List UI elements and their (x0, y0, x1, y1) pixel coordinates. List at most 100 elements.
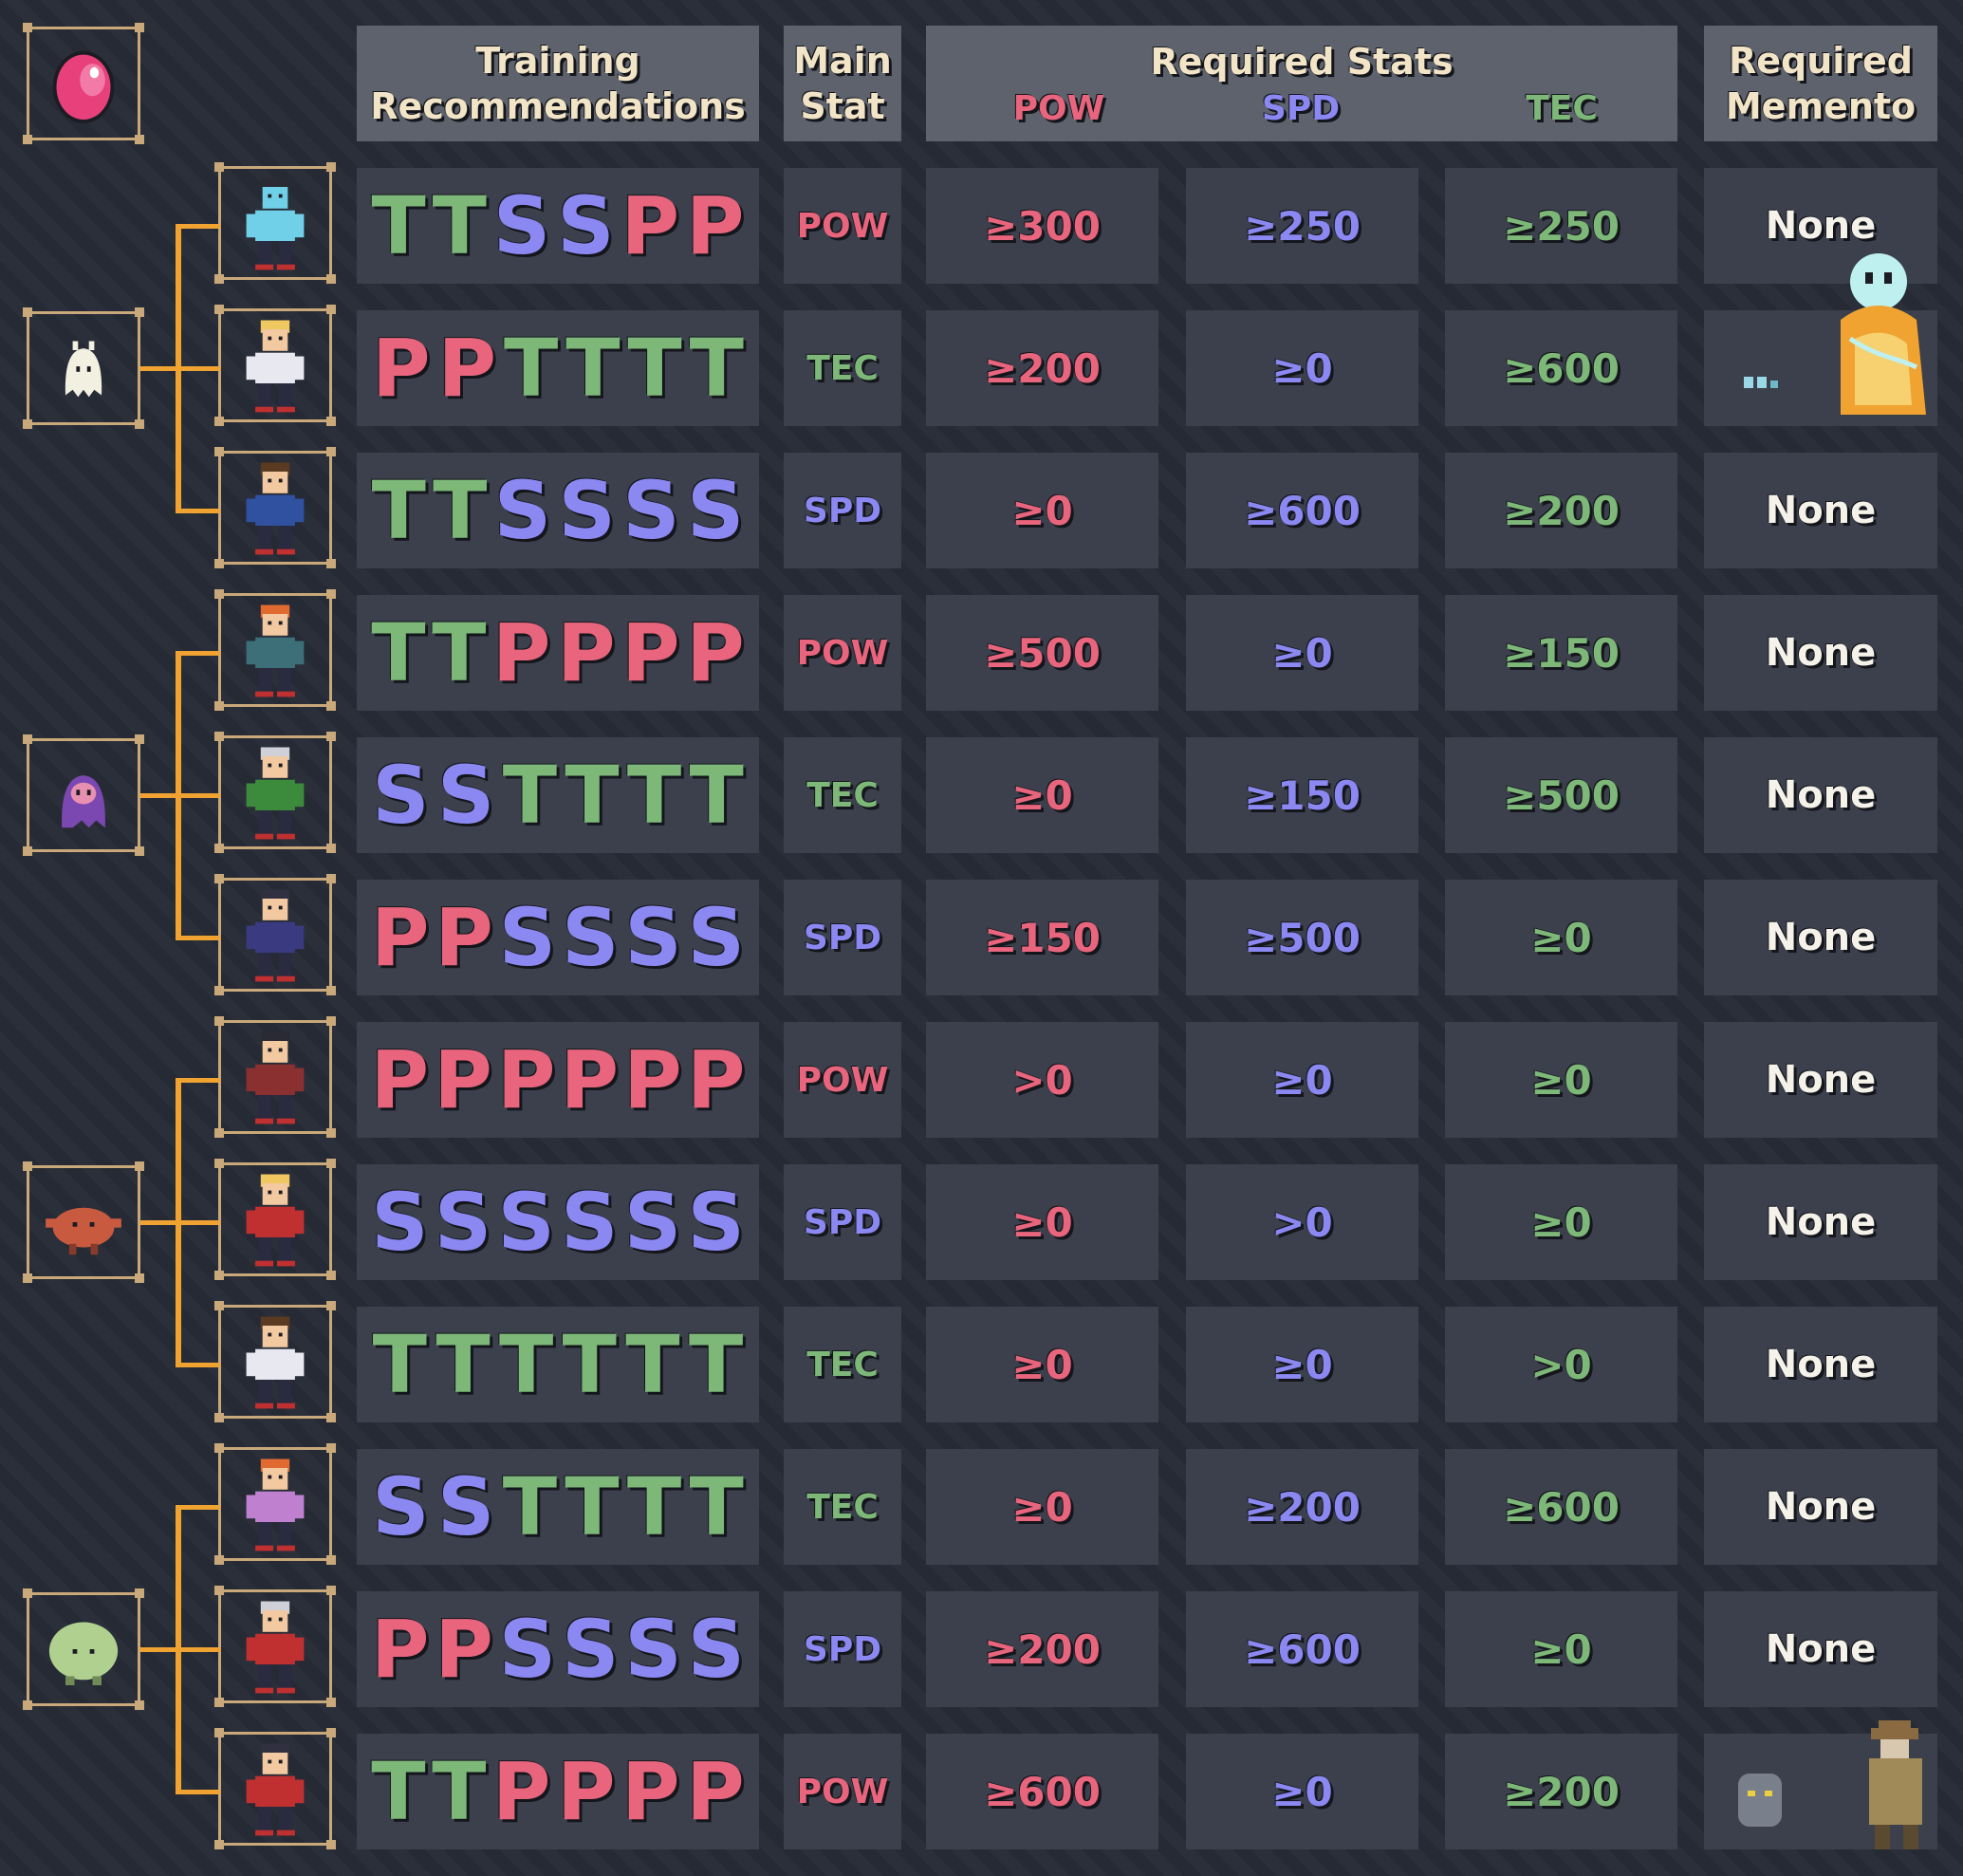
required-pow-cell: ≥300 (926, 168, 1158, 284)
required-pow-value: ≥150 (984, 914, 1101, 961)
main-stat-cell: POW (784, 1734, 901, 1849)
memento-value: None (1765, 916, 1877, 959)
character-sprite (246, 1458, 305, 1551)
required-tec-cell: ≥250 (1445, 168, 1677, 284)
training-letter: S (686, 464, 745, 557)
main-stat-cell: TEC (784, 310, 901, 426)
character-frame (214, 305, 336, 426)
training-letter: P (685, 179, 745, 272)
training-letter: T (433, 464, 488, 557)
green-blob-monster-icon (48, 1622, 119, 1685)
training-letter: T (371, 1745, 426, 1838)
training-letter: P (491, 606, 551, 699)
training-recommendations: TTSSPP (357, 168, 759, 284)
required-pow-value: ≥0 (1011, 487, 1073, 534)
egg-frame (23, 23, 144, 144)
required-spd-value: ≥250 (1244, 202, 1361, 250)
required-tec-value: ≥0 (1530, 1198, 1592, 1246)
training-letter: S (557, 179, 615, 272)
required-pow-value: ≥0 (1011, 1341, 1073, 1388)
training-letter: S (372, 749, 430, 842)
character-frame (214, 874, 336, 995)
training-letter: S (498, 1603, 557, 1696)
required-pow-cell: ≥0 (926, 1307, 1158, 1422)
required-spd-cell: ≥0 (1186, 595, 1418, 711)
main-stat-cell: SPD (784, 1591, 901, 1707)
main-stat-value: TEC (806, 348, 879, 388)
training-letter: T (689, 322, 744, 415)
training-letter: S (561, 1176, 619, 1269)
connector-line (176, 509, 220, 513)
main-stat-cell: TEC (784, 1307, 901, 1422)
training-letter: P (686, 606, 745, 699)
connector-line (176, 366, 220, 371)
required-pow-value: >0 (1011, 1056, 1073, 1104)
required-spd-cell: ≥150 (1186, 737, 1418, 853)
character-frame (214, 447, 336, 568)
purple-ghost-monster-icon (62, 775, 105, 828)
required-pow-cell: ≥0 (926, 737, 1158, 853)
required-spd-value: ≥0 (1271, 629, 1333, 677)
main-stat-cell: POW (784, 168, 901, 284)
training-letter: T (626, 1460, 682, 1553)
training-letter: S (434, 1176, 492, 1269)
training-recommendations: TTPPPP (357, 1734, 759, 1849)
memento-cell: None (1704, 1164, 1937, 1280)
training-letter: P (686, 1033, 746, 1126)
required-spd-value: ≥0 (1271, 1768, 1333, 1815)
required-tec-value: ≥200 (1503, 1768, 1620, 1815)
memento-cell: None (1704, 737, 1937, 853)
training-letter: T (625, 1318, 680, 1411)
required-pow-cell: ≥200 (926, 310, 1158, 426)
training-letter: P (371, 322, 431, 415)
main-stat-cell: SPD (784, 1164, 901, 1280)
training-letter: T (562, 1318, 617, 1411)
required-tec-cell: ≥0 (1445, 1164, 1677, 1280)
required-tec-value: ≥600 (1503, 344, 1620, 392)
main-stat-cell: TEC (784, 737, 901, 853)
training-letter: S (561, 1603, 620, 1696)
required-tec-value: ≥150 (1503, 629, 1620, 677)
header-spd: SPD (1261, 89, 1341, 128)
main-stat-value: SPD (803, 491, 882, 530)
character-frame (214, 589, 336, 711)
header-training-label: Training Recommendations (370, 40, 746, 127)
memento-value: None (1765, 1343, 1877, 1386)
stone-mask-detective-memento-icon (1738, 1720, 1922, 1849)
character-frame (214, 1443, 336, 1565)
character-sprite (246, 1031, 305, 1124)
training-letter: S (687, 1603, 746, 1696)
training-letter: P (686, 1745, 745, 1838)
training-letter: T (371, 179, 426, 272)
required-spd-cell: ≥0 (1186, 1022, 1418, 1138)
training-recommendations: TTSSSS (357, 453, 759, 568)
connector-line (176, 224, 220, 229)
memento-cell: None (1704, 453, 1937, 568)
training-letter: S (498, 891, 557, 984)
ghost-monster-frame (23, 307, 144, 429)
training-letter: T (432, 1745, 487, 1838)
header-required-stats-label: Required Stats (1150, 41, 1454, 83)
training-recommendations: SSSSSS (357, 1164, 759, 1280)
required-pow-value: ≥300 (984, 202, 1101, 250)
required-pow-value: ≥200 (984, 1625, 1101, 1673)
memento-value: None (1765, 631, 1877, 675)
training-letter: T (626, 749, 682, 842)
header-memento: Required Memento (1704, 26, 1937, 141)
connector-line (176, 1363, 220, 1367)
connector-line (140, 1220, 178, 1225)
header-training: Training Recommendations (357, 26, 759, 141)
character-sprite (246, 1601, 305, 1694)
training-letter: T (371, 464, 426, 557)
training-letter: P (434, 1033, 492, 1126)
required-tec-value: ≥600 (1503, 1483, 1620, 1531)
required-tec-cell: ≥0 (1445, 1022, 1677, 1138)
memento-cell: None (1704, 880, 1937, 995)
training-letter: T (503, 322, 559, 415)
main-stat-cell: POW (784, 595, 901, 711)
training-letter: P (435, 1603, 493, 1696)
main-stat-value: TEC (806, 1345, 879, 1384)
training-letter: P (556, 1745, 616, 1838)
connector-line (176, 651, 220, 656)
training-letter: P (560, 1033, 620, 1126)
